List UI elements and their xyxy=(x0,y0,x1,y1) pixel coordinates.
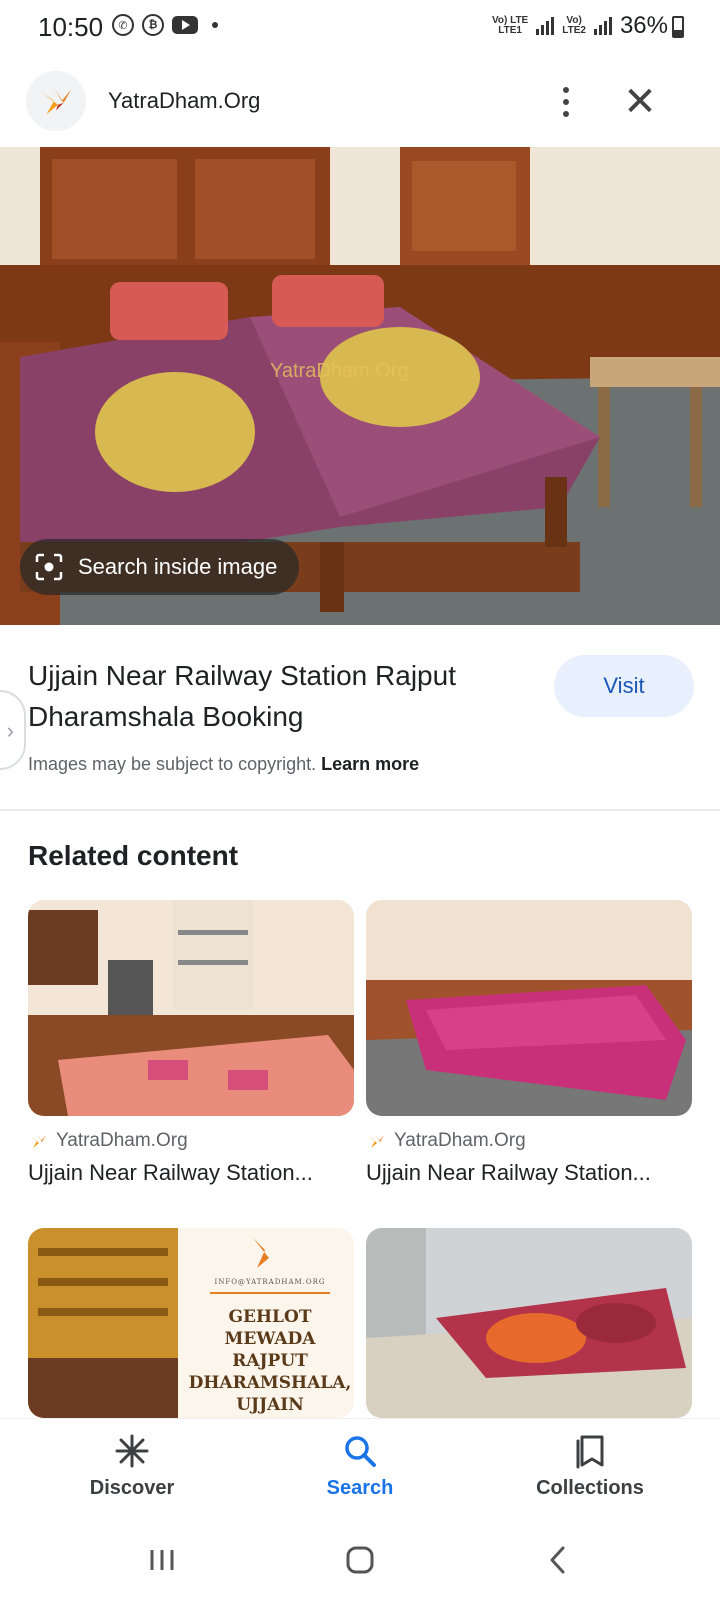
related-title[interactable]: Ujjain Near Railway Station... xyxy=(28,1160,354,1186)
more-notifications-icon xyxy=(212,22,218,28)
nav-search[interactable]: Search xyxy=(260,1433,460,1500)
recent-apps-icon[interactable] xyxy=(132,1540,192,1580)
related-card[interactable]: YatraDham.Org Ujjain Near Railway Statio… xyxy=(28,900,354,1186)
poster-email: INFO@YATRADHAM.ORG xyxy=(214,1278,326,1286)
lens-icon xyxy=(35,553,63,581)
site-logo[interactable] xyxy=(26,71,86,131)
related-source: YatraDham.Org xyxy=(28,1130,354,1152)
main-image[interactable]: YatraDham.Org Search inside image xyxy=(0,147,720,625)
related-thumbnail[interactable] xyxy=(28,900,354,1116)
status-time: 10:50 xyxy=(38,12,104,42)
section-divider xyxy=(0,809,720,811)
signal-bars-1-icon xyxy=(536,17,555,35)
signal-bars-2-icon xyxy=(593,17,612,35)
system-navigation-bar xyxy=(0,1522,720,1600)
yatradham-logo-icon xyxy=(368,1134,384,1148)
related-thumbnail[interactable]: INFO@YATRADHAM.ORG GEHLOT MEWADA RAJPUT … xyxy=(28,1228,354,1418)
related-source-label: YatraDham.Org xyxy=(56,1130,188,1151)
related-card[interactable]: YatraDham.Org Ujjain Near Railway Statio… xyxy=(366,900,692,1186)
related-thumbnail[interactable] xyxy=(366,900,692,1116)
nav-discover[interactable]: Discover xyxy=(32,1433,232,1500)
related-title[interactable]: Ujjain Near Railway Station... xyxy=(366,1160,692,1186)
nav-collections-label: Collections xyxy=(536,1477,644,1499)
yatradham-logo-icon xyxy=(30,1134,46,1148)
image-watermark: YatraDham.Org xyxy=(270,360,409,382)
search-inside-image-button[interactable]: Search inside image xyxy=(20,539,300,595)
home-icon[interactable] xyxy=(330,1540,390,1580)
related-source-label: YatraDham.Org xyxy=(394,1130,526,1151)
nav-discover-label: Discover xyxy=(89,1477,175,1499)
related-source: YatraDham.Org xyxy=(366,1130,692,1152)
search-inside-image-label: Search inside image xyxy=(78,554,278,579)
status-right: Vo) LTE LTE1 Vo) LTE2 36% xyxy=(492,12,668,40)
learn-more-link[interactable]: Learn more xyxy=(321,754,419,774)
nav-collections[interactable]: Collections xyxy=(490,1433,690,1500)
app-notification-icon: ₿ xyxy=(142,14,164,36)
yatradham-logo-icon xyxy=(40,87,72,115)
bookmarks-icon xyxy=(576,1435,604,1469)
status-bar: 10:50 ✆ ₿ Vo) LTE LTE1 Vo) LTE2 36% xyxy=(0,0,720,56)
related-content-heading: Related content xyxy=(28,840,239,871)
related-thumbnail[interactable] xyxy=(366,1228,692,1418)
site-name[interactable]: YatraDham.Org xyxy=(108,88,260,114)
visit-button[interactable]: Visit xyxy=(554,655,694,717)
copyright-notice: Images may be subject to copyright. Lear… xyxy=(28,754,419,775)
result-title[interactable]: Ujjain Near Railway Station Rajput Dhara… xyxy=(28,655,528,737)
asterisk-icon xyxy=(115,1434,149,1468)
edge-panel-handle[interactable]: › xyxy=(0,690,26,770)
chevron-right-icon: › xyxy=(6,718,14,743)
more-vert-icon[interactable] xyxy=(546,82,586,122)
battery-percent: 36% xyxy=(619,12,668,39)
notification-icons: ✆ ₿ xyxy=(112,14,218,36)
close-icon[interactable]: ✕ xyxy=(618,80,662,124)
app-header: YatraDham.Org ✕ xyxy=(0,68,720,136)
related-card[interactable] xyxy=(366,1228,692,1418)
copyright-text: Images may be subject to copyright. xyxy=(28,754,317,774)
poster-text: GEHLOT MEWADA RAJPUT DHARAMSHALA, UJJAIN xyxy=(188,1307,352,1415)
youtube-icon xyxy=(172,16,198,34)
bottom-navigation: Discover Search Collections xyxy=(0,1418,720,1522)
network-lte2-label: Vo) LTE2 xyxy=(562,15,586,36)
back-icon[interactable] xyxy=(528,1540,588,1580)
nav-search-label: Search xyxy=(326,1477,394,1499)
battery-icon xyxy=(672,16,684,38)
network-lte1-label: Vo) LTE LTE1 xyxy=(491,15,529,36)
whatsapp-icon: ✆ xyxy=(112,14,134,36)
search-icon xyxy=(345,1436,376,1467)
related-card[interactable]: INFO@YATRADHAM.ORG GEHLOT MEWADA RAJPUT … xyxy=(28,1228,354,1418)
